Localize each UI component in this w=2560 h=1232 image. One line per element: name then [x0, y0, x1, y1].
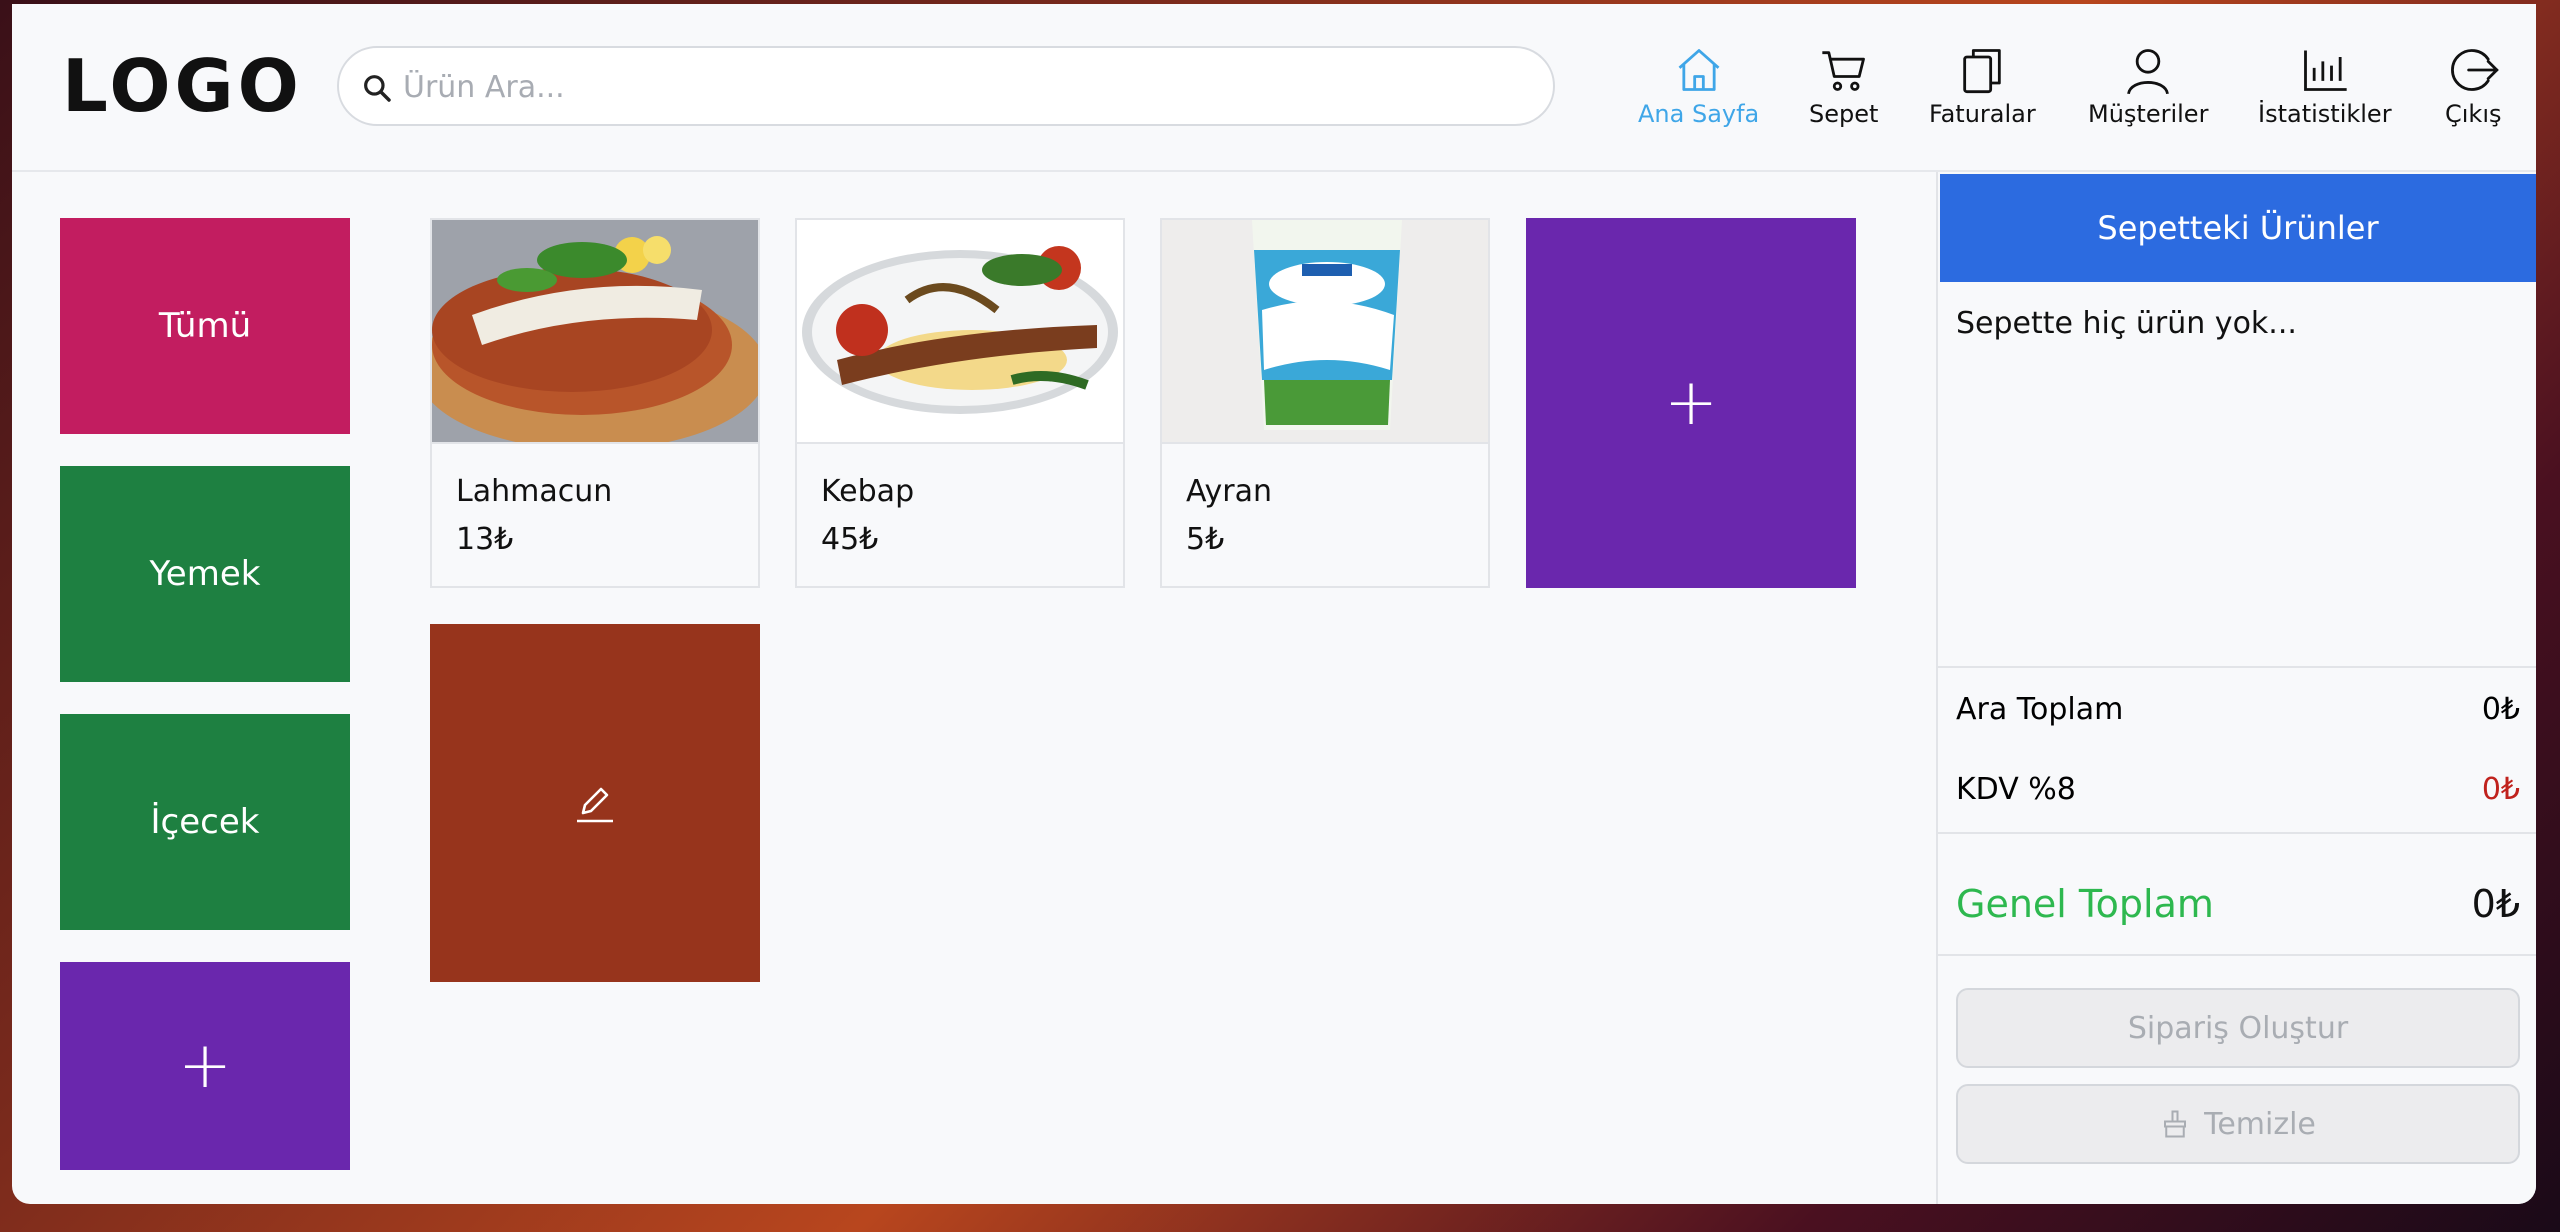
tax-label: KDV %8: [1956, 772, 2076, 807]
clear-cart-button[interactable]: Temizle: [1956, 1084, 2520, 1164]
cart-icon: [1822, 51, 1865, 91]
logout-icon: [2451, 49, 2500, 91]
nav-home-label: Ana Sayfa: [1638, 100, 1760, 128]
tax-value: 0₺: [2481, 772, 2520, 807]
subtotal-label: Ara Toplam: [1956, 692, 2124, 727]
product-image-ayran: [1162, 220, 1488, 444]
product-name: Lahmacun: [456, 474, 613, 509]
cart-panel: Sepetteki Ürünler Sepette hiç ürün yok..…: [1936, 172, 2536, 1204]
nav-cart-label: Sepet: [1809, 100, 1879, 128]
product-name: Kebap: [821, 474, 915, 509]
search-icon: [364, 75, 391, 102]
subtotal-row: Ara Toplam 0₺: [1956, 692, 2520, 727]
product-card-lahmacun[interactable]: Lahmacun 13₺: [430, 218, 760, 588]
home-icon: [1678, 49, 1720, 91]
subtotal-value: 0₺: [2481, 692, 2520, 727]
add-category-button[interactable]: +: [60, 962, 350, 1170]
category-all[interactable]: Tümü: [60, 218, 350, 434]
total-label: Genel Toplam: [1956, 882, 2214, 926]
top-bar: LOGO Ana Sayfa Sepet Faturalar: [12, 4, 2536, 172]
divider: [1938, 954, 2536, 956]
create-order-button[interactable]: Sipariş Oluştur: [1956, 988, 2520, 1068]
nav-customers[interactable]: Müşteriler: [2088, 44, 2208, 128]
product-price: 13₺: [456, 522, 514, 557]
nav-logout[interactable]: Çıkış: [2445, 44, 2502, 128]
nav-invoices[interactable]: Faturalar: [1929, 44, 2036, 128]
nav-statistics-label: İstatistikler: [2258, 100, 2392, 128]
plus-icon: +: [1664, 366, 1718, 440]
bar-chart-icon: [2303, 50, 2347, 91]
category-drinks-label: İçecek: [150, 802, 260, 842]
tax-row: KDV %8 0₺: [1956, 772, 2520, 807]
clear-label: Temizle: [2204, 1106, 2316, 1142]
search-input[interactable]: [401, 62, 1525, 112]
product-price: 5₺: [1186, 522, 1225, 557]
create-order-label: Sipariş Oluştur: [2127, 1010, 2349, 1046]
app-window: LOGO Ana Sayfa Sepet Faturalar: [12, 4, 2536, 1204]
pencil-icon: [577, 787, 613, 823]
edit-products-button[interactable]: [430, 624, 760, 982]
product-price: 45₺: [821, 522, 879, 557]
cart-empty-message: Sepette hiç ürün yok...: [1956, 306, 2297, 341]
search-box[interactable]: [337, 46, 1555, 126]
nav-logout-label: Çıkış: [2445, 100, 2502, 128]
total-row: Genel Toplam 0₺: [1956, 882, 2520, 926]
category-food-label: Yemek: [149, 554, 261, 594]
invoices-icon: [1963, 49, 2002, 94]
product-name: Ayran: [1186, 474, 1272, 509]
category-all-label: Tümü: [158, 306, 252, 346]
product-card-kebap[interactable]: Kebap 45₺: [795, 218, 1125, 588]
divider: [1938, 832, 2536, 834]
product-card-ayran[interactable]: Ayran 5₺: [1160, 218, 1490, 588]
user-icon: [2127, 49, 2170, 95]
total-value: 0₺: [2471, 882, 2520, 926]
broom-icon: [2164, 1110, 2187, 1138]
category-food[interactable]: Yemek: [60, 466, 350, 682]
nav-invoices-label: Faturalar: [1929, 100, 2036, 128]
plus-icon: +: [178, 1029, 232, 1103]
product-image-kebap: [797, 220, 1123, 444]
nav-cart[interactable]: Sepet: [1809, 44, 1878, 128]
product-image-lahmacun: [432, 220, 758, 444]
nav-customers-label: Müşteriler: [2088, 100, 2209, 128]
cart-title: Sepetteki Ürünler: [1940, 174, 2536, 282]
category-drinks[interactable]: İçecek: [60, 714, 350, 930]
nav-statistics[interactable]: İstatistikler: [2258, 44, 2392, 128]
add-product-button[interactable]: +: [1526, 218, 1856, 588]
logo: LOGO: [62, 44, 303, 128]
divider: [1938, 666, 2536, 668]
nav-home[interactable]: Ana Sayfa: [1638, 44, 1759, 128]
